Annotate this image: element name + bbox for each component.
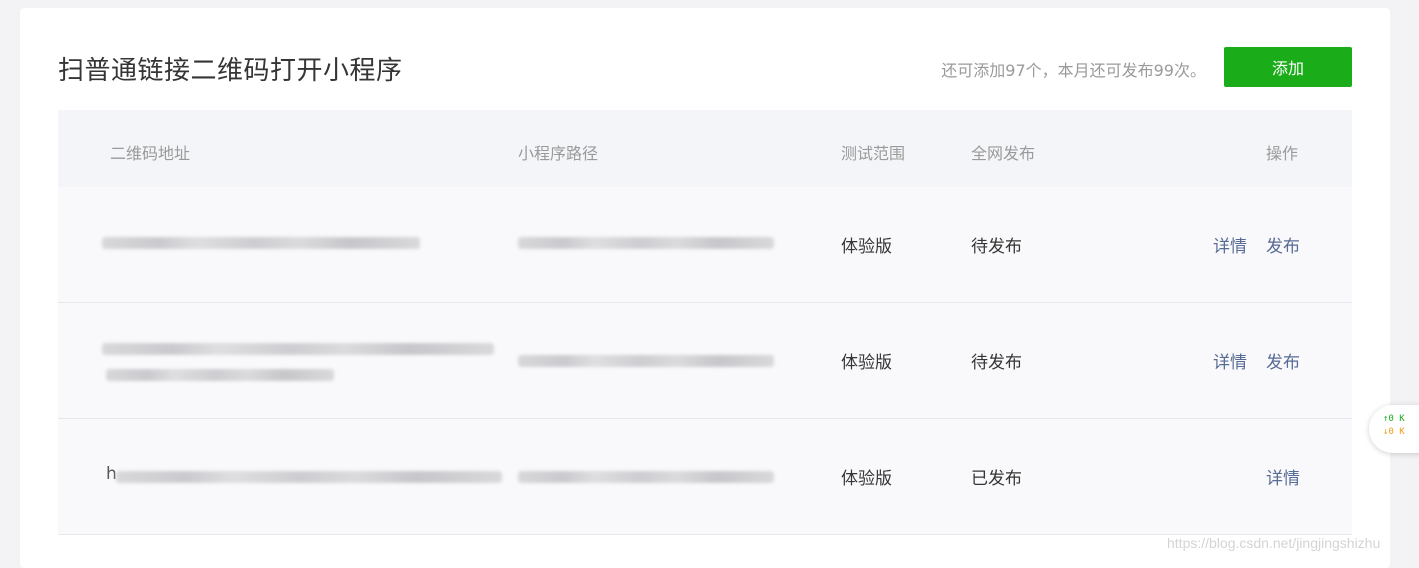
qrcode-url-redacted [102, 237, 420, 249]
publish-status: 待发布 [971, 353, 1022, 373]
path-redacted [518, 355, 774, 367]
path-redacted [518, 237, 774, 249]
publish-link[interactable]: 发布 [1266, 348, 1300, 373]
arrow-down-icon: ↓0 K [1383, 427, 1405, 437]
col-test-range: 测试范围 [841, 144, 906, 163]
add-button[interactable]: 添加 [1224, 47, 1352, 87]
upload-speed: ↑0 K [1383, 413, 1419, 426]
download-speed: ↓0 K [1383, 426, 1419, 439]
publish-link[interactable]: 发布 [1266, 232, 1300, 257]
table-row: h 体验版 已发布 详情 [58, 419, 1352, 535]
publish-status: 待发布 [971, 237, 1022, 257]
col-actions: 操作 [1266, 144, 1299, 163]
qrcode-url-redacted [102, 343, 494, 355]
table-row: 体验版 待发布 详情 发布 [58, 303, 1352, 419]
detail-link[interactable]: 详情 [1213, 348, 1247, 373]
qrcode-url-redacted-line2 [106, 369, 334, 381]
table-header: 二维码地址 小程序路径 测试范围 全网发布 操作 [58, 110, 1352, 187]
col-global-publish: 全网发布 [971, 144, 1036, 163]
col-qrcode-url: 二维码地址 [110, 144, 191, 163]
detail-link[interactable]: 详情 [1213, 232, 1247, 257]
col-miniprogram-path: 小程序路径 [518, 144, 599, 163]
rules-table: 二维码地址 小程序路径 测试范围 全网发布 操作 体验版 待发布 详情 发布 体… [58, 110, 1352, 535]
test-range: 体验版 [841, 469, 892, 489]
table-row: 体验版 待发布 详情 发布 [58, 187, 1352, 303]
test-range: 体验版 [841, 237, 892, 257]
watermark: https://blog.csdn.net/jingjingshizhu [1167, 535, 1381, 551]
arrow-up-icon: ↑0 K [1383, 414, 1405, 424]
page-title: 扫普通链接二维码打开小程序 [58, 56, 403, 86]
qrcode-rules-card: 扫普通链接二维码打开小程序 还可添加97个，本月还可发布99次。 添加 二维码地… [20, 8, 1390, 568]
path-redacted [518, 471, 774, 483]
test-range: 体验版 [841, 353, 892, 373]
publish-status: 已发布 [971, 469, 1022, 489]
detail-link[interactable]: 详情 [1266, 464, 1300, 489]
quota-text: 还可添加97个，本月还可发布99次。 [941, 61, 1206, 80]
network-speed-widget[interactable]: ↑0 K ↓0 K [1369, 405, 1419, 453]
qrcode-url-redacted [116, 471, 502, 483]
